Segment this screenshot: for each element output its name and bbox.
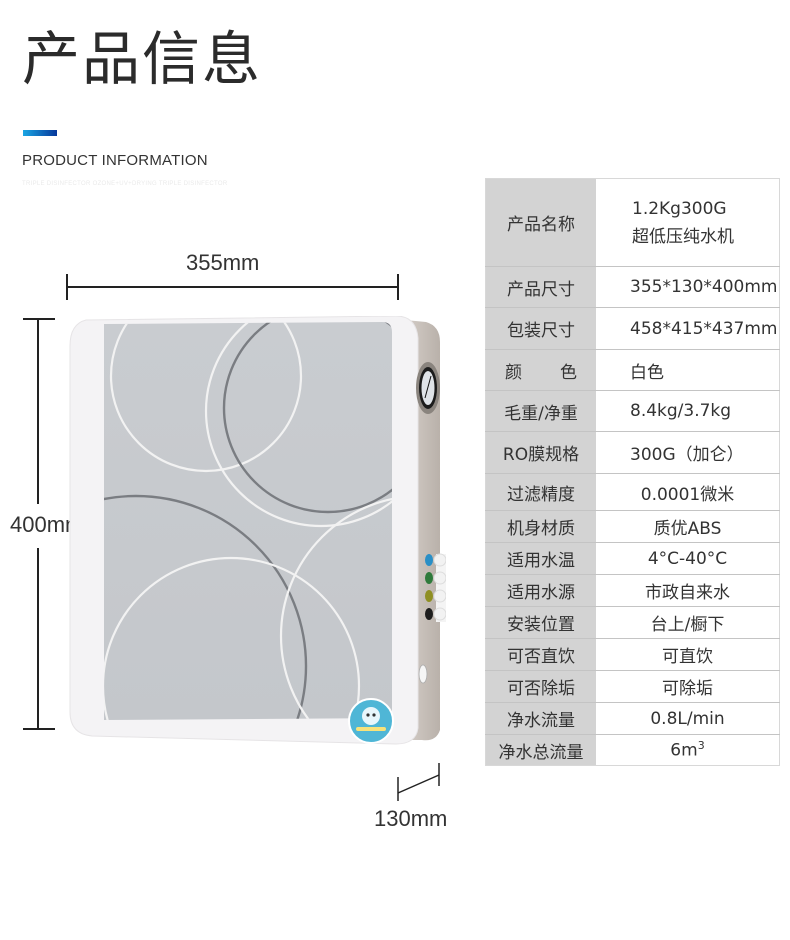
height-dimension-line-bottom [37, 548, 39, 728]
spec-value: 可除垢 [596, 670, 780, 703]
depth-dimension-label: 130mm [374, 806, 448, 831]
accent-bar [23, 130, 57, 136]
spec-value: 可直饮 [596, 638, 780, 671]
table-row: 安装位置 台上/橱下 [485, 606, 780, 639]
table-row: 机身材质 质优ABS [485, 510, 780, 543]
table-row: 颜色 白色 [485, 349, 780, 391]
width-dimension-line [66, 286, 398, 288]
spec-value: 4°C-40°C [596, 542, 780, 575]
spec-value: 6m3 [596, 734, 780, 766]
height-dimension-tick-bottom [23, 728, 55, 730]
spec-value-superscript: 3 [697, 739, 705, 753]
height-dimension-tick-top [23, 318, 55, 320]
table-row: 净水流量 0.8L/min [485, 702, 780, 735]
spec-label: 可否直饮 [485, 638, 596, 671]
table-row: 适用水源 市政自来水 [485, 574, 780, 607]
depth-dimension-lines [397, 763, 440, 801]
spec-value: 0.8L/min [596, 702, 780, 735]
spec-value-base: 6m [670, 740, 698, 761]
spec-value: 1.2Kg300G 超低压纯水机 [596, 178, 780, 267]
brand-badge-icon [348, 698, 394, 744]
spec-value: 质优ABS [596, 510, 780, 543]
width-dimension-tick-left [66, 274, 68, 300]
spec-label: 净水流量 [485, 702, 596, 735]
table-row: 可否直饮 可直饮 [485, 638, 780, 671]
spec-value-line: 1.2Kg300G [632, 198, 727, 219]
spec-value: 白色 [596, 349, 780, 391]
spec-label: 颜色 [485, 349, 596, 391]
spec-value: 台上/橱下 [596, 606, 780, 639]
height-dimension-line-top [37, 318, 39, 504]
pressure-gauge-icon [416, 362, 440, 414]
table-row: 产品名称 1.2Kg300G 超低压纯水机 [485, 178, 780, 267]
spec-label-part: 颜 [505, 362, 522, 383]
spec-value: 300G（加仑） [596, 431, 780, 474]
spec-label: 产品名称 [485, 178, 596, 267]
spec-label: 可否除垢 [485, 670, 596, 703]
spec-value: 市政自来水 [596, 574, 780, 607]
spec-value: 0.0001微米 [596, 473, 780, 511]
spec-label: 产品尺寸 [485, 266, 596, 308]
width-dimension-tick-right [397, 274, 399, 300]
table-row: 包装尺寸 458*415*437mm [485, 307, 780, 350]
spec-label: 适用水温 [485, 542, 596, 575]
table-row: 产品尺寸 355*130*400mm [485, 266, 780, 308]
page-title: 产品信息 [22, 25, 263, 93]
table-row: 净水总流量 6m3 [485, 734, 780, 766]
spec-value: 355*130*400mm [596, 266, 780, 308]
table-row: 可否除垢 可除垢 [485, 670, 780, 703]
spec-label: 包装尺寸 [485, 307, 596, 350]
table-row: 毛重/净重 8.4kg/3.7kg [485, 390, 780, 432]
spec-label-part: 色 [560, 362, 577, 383]
tagline: TRIPLE DISINFECTOR OZONE+UV+DRYING TRIPL… [22, 181, 228, 187]
spec-value: 8.4kg/3.7kg [596, 390, 780, 432]
spec-label: 安装位置 [485, 606, 596, 639]
spec-label: 适用水源 [485, 574, 596, 607]
spec-label: 净水总流量 [485, 734, 596, 766]
spec-label: 毛重/净重 [485, 390, 596, 432]
table-row: 过滤精度 0.0001微米 [485, 473, 780, 511]
spec-value-line: 超低压纯水机 [632, 226, 734, 247]
width-dimension-label: 355mm [186, 250, 260, 275]
water-purifier-image [69, 316, 446, 745]
page-subtitle: PRODUCT INFORMATION [22, 152, 208, 169]
table-row: 适用水温 4°C-40°C [485, 542, 780, 575]
spec-value: 458*415*437mm [596, 307, 780, 350]
spec-label: 过滤精度 [485, 473, 596, 511]
spec-table: 产品名称 1.2Kg300G 超低压纯水机 产品尺寸 355*130*400mm… [485, 178, 780, 766]
spec-label: 机身材质 [485, 510, 596, 543]
spec-label: RO膜规格 [485, 431, 596, 474]
table-row: RO膜规格 300G（加仑） [485, 431, 780, 474]
